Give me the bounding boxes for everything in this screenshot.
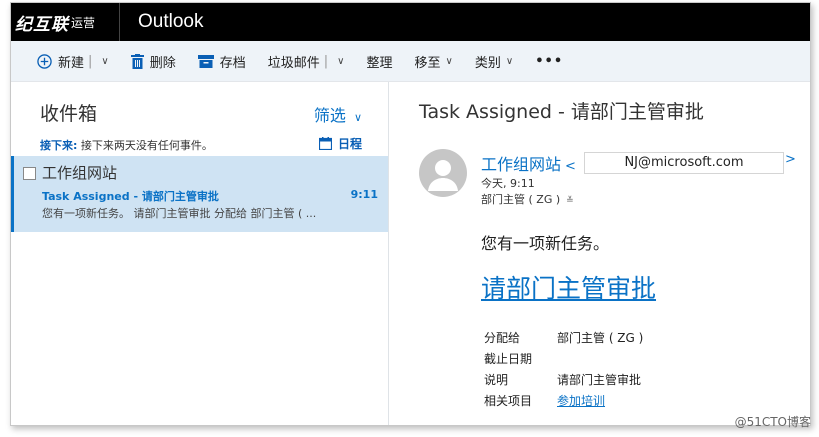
detail-label: 相关项目 — [484, 394, 533, 408]
list-item[interactable]: 工作组网站 Task Assigned - 请部门主管审批 9:11 您有一项新… — [11, 156, 388, 232]
brand-logo[interactable]: 纪互联 运营 — [11, 3, 95, 41]
calendar-icon — [318, 137, 332, 150]
sweep-button[interactable]: 整理 — [367, 52, 393, 71]
recipient-text: 部门主管 ( ZG ) — [481, 193, 561, 206]
upcoming-label: 接下来: — [40, 139, 78, 152]
archive-label: 存档 — [219, 55, 246, 71]
related-project-link[interactable]: 参加培训 — [557, 392, 605, 409]
item-time: 9:11 — [350, 188, 378, 201]
email-close-bracket: > — [785, 152, 796, 167]
item-preview: 您有一项新任务。 请部门主管审批 分配给 部门主管 ( ... — [42, 207, 317, 220]
detail-label: 截止日期 — [484, 352, 533, 366]
delete-label: 删除 — [149, 55, 176, 71]
detail-value: 部门主管 ( ZG ) — [557, 331, 644, 345]
sender-name-text: 工作组网站 — [481, 155, 562, 174]
archive-icon — [197, 54, 214, 68]
filter-button[interactable]: 筛选 ∨ — [314, 102, 362, 126]
detail-row: 分配给 部门主管 ( ZG ) — [484, 327, 643, 348]
chevron-down-icon[interactable]: ∨ — [337, 56, 344, 67]
detail-row: 截止日期 — [484, 348, 643, 369]
avatar[interactable] — [419, 149, 467, 197]
junk-button[interactable]: 垃圾邮件 | ∨ — [268, 52, 345, 71]
item-subject: Task Assigned - 请部门主管审批 — [42, 190, 219, 203]
brand-name: 纪互联 — [15, 14, 69, 35]
plus-circle-icon — [37, 53, 52, 69]
main-content: 收件箱 筛选 ∨ 接下来: 接下来两天没有任何事件。 日程 工作组网站 Task … — [11, 82, 810, 425]
sweep-label: 整理 — [366, 55, 393, 71]
message-list-pane: 收件箱 筛选 ∨ 接下来: 接下来两天没有任何事件。 日程 工作组网站 Task … — [11, 82, 389, 425]
sender-name[interactable]: 工作组网站 < — [481, 151, 580, 175]
task-link[interactable]: 请部门主管审批 — [481, 269, 656, 305]
move-to-button[interactable]: 移至 ∨ — [415, 52, 453, 71]
sender-email[interactable]: NJ@microsoft.com — [584, 152, 784, 174]
email-open-bracket: < — [565, 159, 576, 174]
top-bar: 纪互联 运营 Outlook — [11, 3, 810, 41]
more-options-button[interactable]: ••• — [535, 54, 563, 69]
watermark: @51CTO博客 — [734, 415, 811, 429]
person-icon — [428, 160, 458, 191]
more-icon: ••• — [535, 53, 564, 69]
item-sender: 工作组网站 — [42, 164, 118, 182]
split-divider: | — [88, 53, 93, 69]
recipient[interactable]: 部门主管 ( ZG ) ≚ — [481, 191, 574, 207]
sent-time: 今天, 9:11 — [481, 177, 535, 190]
detail-row: 相关项目 参加培训 — [484, 390, 643, 411]
expand-recipients-icon[interactable]: ≚ — [566, 196, 574, 206]
task-details: 分配给 部门主管 ( ZG ) 截止日期 说明 请部门主管审批 相关项目 参加培… — [484, 327, 643, 411]
detail-label: 分配给 — [484, 331, 521, 345]
outlook-window: 纪互联 运营 Outlook 新建 | ∨ 删除 存档 垃圾邮件 | ∨ 整理 … — [10, 2, 811, 426]
message-subject: Task Assigned - 请部门主管审批 — [419, 101, 704, 123]
upcoming-text: 接下来两天没有任何事件。 — [80, 139, 213, 152]
filter-label: 筛选 — [313, 106, 346, 125]
chevron-down-icon: ∨ — [353, 111, 362, 124]
calendar-button[interactable]: 日程 — [318, 135, 362, 152]
chevron-down-icon[interactable]: ∨ — [101, 56, 108, 67]
archive-button[interactable]: 存档 — [197, 52, 246, 71]
delete-button[interactable]: 删除 — [130, 52, 176, 71]
split-divider: | — [323, 53, 329, 69]
folder-title: 收件箱 — [40, 103, 98, 125]
message-body-intro: 您有一项新任务。 — [481, 234, 610, 253]
detail-label: 说明 — [484, 373, 509, 387]
move-label: 移至 — [414, 55, 441, 71]
command-toolbar: 新建 | ∨ 删除 存档 垃圾邮件 | ∨ 整理 移至 ∨ 类别 ∨ ••• — [11, 41, 810, 82]
select-checkbox[interactable] — [23, 167, 36, 180]
trash-icon — [130, 53, 144, 69]
new-button[interactable]: 新建 | ∨ — [37, 52, 109, 71]
junk-label: 垃圾邮件 — [267, 55, 320, 71]
calendar-label: 日程 — [337, 137, 362, 151]
chevron-down-icon: ∨ — [445, 55, 453, 67]
category-button[interactable]: 类别 ∨ — [475, 52, 513, 71]
topbar-divider — [119, 3, 121, 41]
category-label: 类别 — [474, 55, 501, 71]
brand-suffix: 运营 — [71, 15, 96, 30]
upcoming-events: 接下来: 接下来两天没有任何事件。 — [40, 137, 213, 153]
detail-row: 说明 请部门主管审批 — [484, 369, 643, 390]
app-name[interactable]: Outlook — [138, 11, 203, 33]
chevron-down-icon: ∨ — [505, 55, 514, 67]
reading-pane: Task Assigned - 请部门主管审批 工作组网站 < NJ@micros… — [389, 82, 810, 425]
detail-value: 请部门主管审批 — [557, 373, 642, 387]
new-label: 新建 — [58, 55, 85, 71]
